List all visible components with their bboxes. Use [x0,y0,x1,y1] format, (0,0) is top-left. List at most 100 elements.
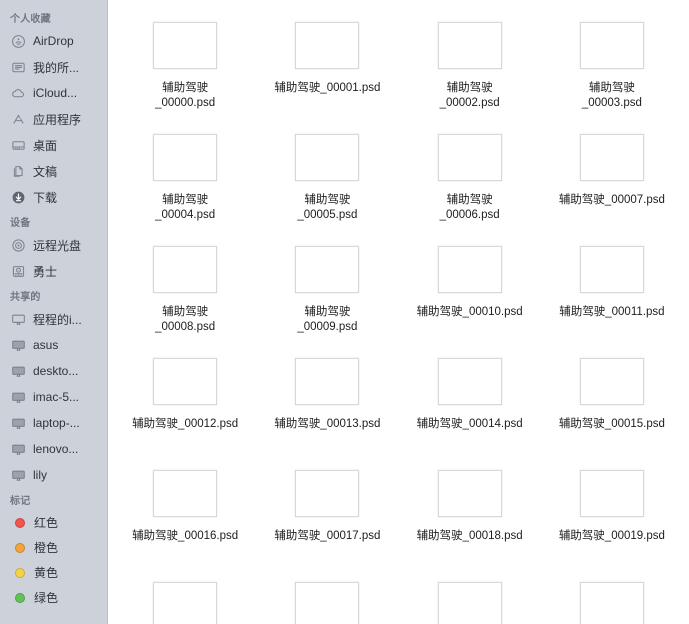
file-thumbnail[interactable] [437,241,502,297]
sidebar-item-勇士[interactable]: 勇士 [0,258,107,284]
file-thumbnail[interactable] [153,465,218,521]
file-item[interactable]: 辅助驾驶_00014.psd [399,344,541,456]
file-thumbnail[interactable] [295,241,360,297]
file-thumbnail[interactable] [153,353,218,409]
file-item[interactable]: 辅助驾驶_00011.psd [541,232,683,344]
file-item[interactable]: 辅助驾驶_00015.psd [541,344,683,456]
sidebar-item-label: iCloud... [33,86,78,100]
file-thumbnail[interactable] [579,577,644,624]
sidebar-item-label: laptop-... [33,416,80,430]
sidebar-item-lenovo[interactable]: lenovo... [0,436,107,462]
file-thumbnail[interactable] [437,353,502,409]
file-thumbnail[interactable] [295,17,360,73]
sidebar-item-文稿[interactable]: 文稿 [0,158,107,184]
tag-dot-icon [15,517,25,528]
file-thumbnail[interactable] [579,241,644,297]
sidebar-item-label: AirDrop [33,34,74,48]
tag-dot-icon [15,592,25,603]
file-thumbnail[interactable] [437,129,502,185]
file-item[interactable]: 辅助驾驶 _00008.psd [114,232,256,344]
file-thumbnail[interactable] [295,577,360,624]
file-item[interactable]: 辅助驾驶 _00003.psd [541,8,683,120]
file-item[interactable]: 辅助驾驶_00013.psd [256,344,398,456]
file-thumbnail[interactable] [437,17,502,73]
file-item[interactable]: 辅助驾驶_00016.psd [114,456,256,568]
file-name-label: 辅助驾驶_00013.psd [274,418,381,430]
file-name-label: 辅助驾驶_00011.psd [559,306,665,318]
pc-display-icon [11,364,26,379]
desktop-icon [11,138,26,153]
sidebar-item-橙色[interactable]: 橙色 [0,535,107,560]
file-item[interactable]: 辅助驾驶_00010.psd [399,232,541,344]
sidebar-item-icloud[interactable]: iCloud... [0,80,107,106]
file-item[interactable]: 辅助驾驶 _00005.psd [256,120,398,232]
file-thumbnail[interactable] [153,241,218,297]
icloud-icon [11,86,26,101]
sidebar-item-桌面[interactable]: 桌面 [0,132,107,158]
file-thumbnail[interactable] [579,17,644,73]
sidebar-item-label: lenovo... [33,442,79,456]
sidebar-item-程程的i[interactable]: 程程的i... [0,306,107,332]
sidebar-item-imac-5[interactable]: imac-5... [0,384,107,410]
file-thumbnail[interactable] [579,353,644,409]
psd-thumbnail-frame [579,133,644,181]
sidebar-item-远程光盘[interactable]: 远程光盘 [0,232,107,258]
psd-thumbnail-frame [437,469,502,517]
file-item[interactable]: 辅助驾驶 _00006.psd [399,120,541,232]
file-thumbnail[interactable] [295,353,360,409]
file-name-label: 辅助驾驶_00014.psd [416,418,523,430]
file-thumbnail[interactable] [295,129,360,185]
hard-drive-icon [11,264,26,279]
file-name-label: 辅助驾驶_00010.psd [416,306,523,318]
sidebar[interactable]: 个人收藏 AirDrop 我的所... iCloud... 应用程序 桌面 文稿 下载 设备 远程… [0,0,108,624]
file-name-label: 辅助驾驶_00015.psd [558,418,665,430]
sidebar-item-绿色[interactable]: 绿色 [0,585,107,610]
file-item[interactable]: 辅助驾驶_00019.psd [541,456,683,568]
file-thumbnail[interactable] [295,465,360,521]
file-item[interactable]: 辅助驾驶_00001.psd [256,8,398,120]
sidebar-item-label: 我的所... [33,60,80,75]
file-thumbnail[interactable] [437,465,502,521]
file-thumbnail[interactable] [579,465,644,521]
file-thumbnail[interactable] [153,129,218,185]
sidebar-section-header: 个人收藏 [10,14,51,25]
file-item[interactable] [541,568,683,624]
file-thumbnail[interactable] [153,17,218,73]
file-name-label: 辅助驾驶 _00008.psd [155,306,216,333]
sidebar-item-airdrop[interactable]: AirDrop [0,28,107,54]
file-browser-content[interactable]: 辅助驾驶 _00000.psd 辅助驾驶_00001.psd 辅助驾驶 _00002… [108,0,689,624]
file-item[interactable]: 辅助驾驶_00012.psd [114,344,256,456]
sidebar-item-deskto[interactable]: deskto... [0,358,107,384]
sidebar-item-lily[interactable]: lily [0,462,107,488]
file-thumbnail[interactable] [153,577,218,624]
file-item[interactable]: 辅助驾驶 _00009.psd [256,232,398,344]
pc-display-icon [11,442,26,457]
file-item[interactable]: 辅助驾驶_00017.psd [256,456,398,568]
sidebar-item-label: imac-5... [33,390,80,404]
pc-display-icon [11,390,26,405]
psd-thumbnail-frame [437,245,502,293]
file-item[interactable]: 辅助驾驶_00007.psd [541,120,683,232]
file-item[interactable]: 辅助驾驶_00018.psd [399,456,541,568]
sidebar-item-黄色[interactable]: 黄色 [0,560,107,585]
file-thumbnail[interactable] [437,577,502,624]
file-item[interactable]: 辅助驾驶 _00000.psd [114,8,256,120]
sidebar-item-label: 文稿 [33,164,58,179]
file-item[interactable] [114,568,256,624]
sidebar-item-我的所[interactable]: 我的所... [0,54,107,80]
sidebar-item-应用程序[interactable]: 应用程序 [0,106,107,132]
sidebar-item-红色[interactable]: 红色 [0,510,107,535]
psd-thumbnail-frame [153,133,218,181]
sidebar-item-label: 勇士 [33,264,58,279]
tag-dot-icon [15,542,25,553]
file-name-label: 辅助驾驶_00019.psd [558,530,665,542]
sidebar-item-下载[interactable]: 下载 [0,184,107,210]
sidebar-item-laptop-[interactable]: laptop-... [0,410,107,436]
file-item[interactable] [256,568,398,624]
file-item[interactable]: 辅助驾驶 _00004.psd [114,120,256,232]
file-thumbnail[interactable] [579,129,644,185]
file-name-label: 辅助驾驶 _00000.psd [155,82,216,109]
file-item[interactable] [399,568,541,624]
sidebar-item-asus[interactable]: asus [0,332,107,358]
file-item[interactable]: 辅助驾驶 _00002.psd [399,8,541,120]
